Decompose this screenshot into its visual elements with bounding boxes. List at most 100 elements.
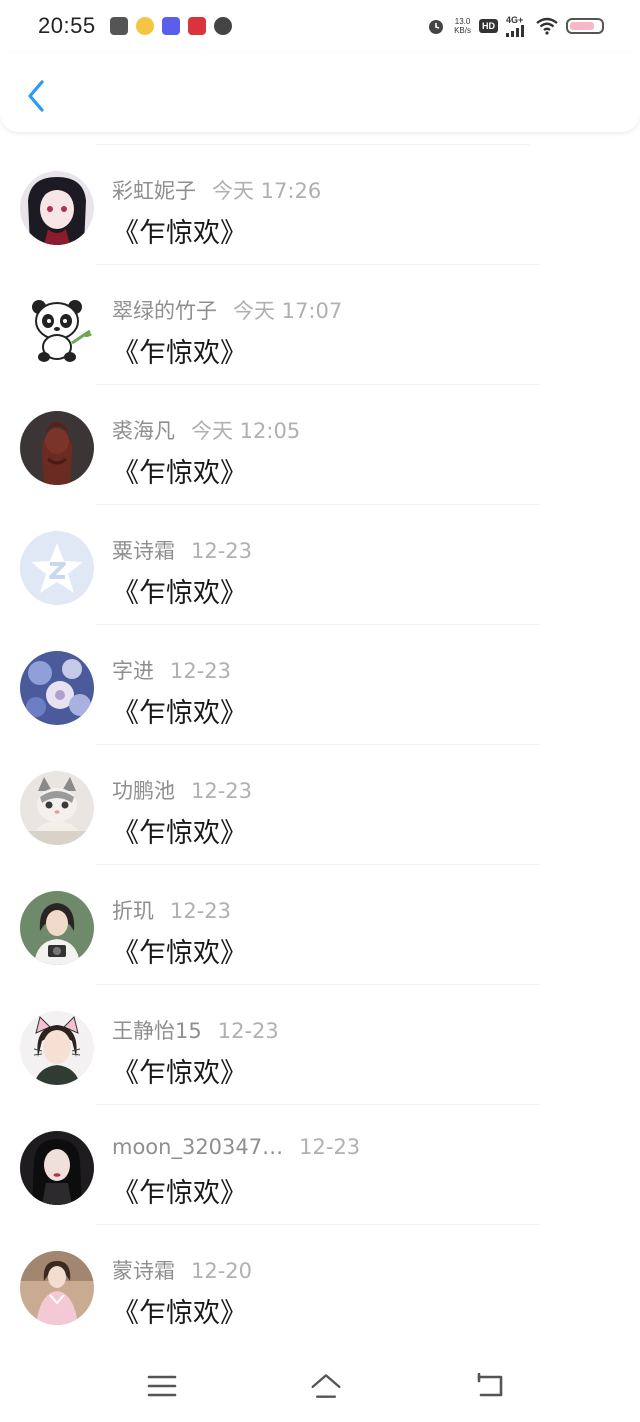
name-line: 翠绿的竹子 今天 17:07 xyxy=(112,295,342,325)
menu-button[interactable] xyxy=(146,1370,178,1402)
signal-group: 4G+ xyxy=(506,15,528,37)
list-item[interactable]: moon_320347… 12-23 《乍惊欢》 xyxy=(0,1105,640,1225)
menu-icon xyxy=(147,1375,177,1397)
app-icon-3 xyxy=(161,17,180,35)
sender-name: 蒙诗霜 xyxy=(112,1259,175,1283)
net-speed-value: 13.0 xyxy=(454,17,471,26)
list-item[interactable]: 粟诗霜 12-23 《乍惊欢》 xyxy=(0,505,640,625)
message-time: 12-23 xyxy=(170,899,232,923)
flower-avatar xyxy=(20,651,94,725)
sender-name: moon_320347… xyxy=(112,1135,284,1159)
sender-name: 粟诗霜 xyxy=(112,539,175,563)
net-speed: 13.0 KB/s xyxy=(454,17,471,35)
message-time: 12-23 xyxy=(191,779,253,803)
name-line: 粟诗霜 12-23 xyxy=(112,535,252,565)
girl-camera-avatar xyxy=(20,891,94,965)
net-speed-unit: KB/s xyxy=(454,26,471,35)
name-line: 裘海凡 今天 12:05 xyxy=(112,415,300,445)
avatar[interactable] xyxy=(20,771,94,845)
avatar[interactable] xyxy=(20,1011,94,1085)
avatar[interactable] xyxy=(20,171,94,245)
anime-girl-avatar xyxy=(20,171,94,245)
avatar[interactable] xyxy=(20,291,94,365)
list-item[interactable]: 功鹏池 12-23 《乍惊欢》 xyxy=(0,745,640,865)
app-icon-2 xyxy=(135,17,154,35)
avatar[interactable] xyxy=(20,531,94,605)
avatar[interactable] xyxy=(20,891,94,965)
back-nav-button[interactable] xyxy=(474,1370,506,1402)
message-text: 《乍惊欢》 xyxy=(112,218,247,249)
message-time: 今天 12:05 xyxy=(191,419,301,443)
name-line: 折玑 12-23 xyxy=(112,895,231,925)
message-time: 今天 17:26 xyxy=(212,179,322,203)
message-text: 《乍惊欢》 xyxy=(112,698,247,729)
signal-icon xyxy=(506,25,524,37)
sender-name: 彩虹妮子 xyxy=(112,179,196,203)
message-text: 《乍惊欢》 xyxy=(112,338,247,369)
sender-name: 王静怡15 xyxy=(112,1019,202,1043)
status-bar: 20:55 13.0 KB/s HD 4G+ xyxy=(0,0,640,52)
message-time: 12-20 xyxy=(191,1259,253,1283)
name-line: 功鹏池 12-23 xyxy=(112,775,252,805)
message-time: 12-23 xyxy=(191,539,253,563)
status-time: 20:55 xyxy=(38,13,96,38)
battery-level xyxy=(570,22,594,30)
message-list: 彩虹妮子 今天 17:26 《乍惊欢》 翠绿的竹子 今天 17:07 《乍惊欢》… xyxy=(0,144,640,1345)
kitten-avatar xyxy=(20,771,94,845)
message-time: 12-23 xyxy=(217,1019,279,1043)
pink-dress-girl-avatar xyxy=(20,1251,94,1325)
message-time: 12-23 xyxy=(299,1135,361,1159)
name-line: 蒙诗霜 12-20 xyxy=(112,1255,252,1285)
status-right: 13.0 KB/s HD 4G+ xyxy=(426,15,604,37)
home-icon xyxy=(311,1374,341,1398)
home-button[interactable] xyxy=(310,1370,342,1402)
list-item[interactable]: 字进 12-23 《乍惊欢》 xyxy=(0,625,640,745)
header xyxy=(0,52,640,132)
avatar[interactable] xyxy=(20,651,94,725)
list-item[interactable]: 裘海凡 今天 12:05 《乍惊欢》 xyxy=(0,385,640,505)
back-arrow-icon xyxy=(477,1373,503,1397)
sender-name: 翠绿的竹子 xyxy=(112,299,217,323)
avatar[interactable] xyxy=(20,411,94,485)
name-line: 王静怡15 12-23 xyxy=(112,1015,279,1045)
notification-icons xyxy=(109,17,232,35)
avatar[interactable] xyxy=(20,1131,94,1205)
network-type: 4G+ xyxy=(506,15,524,25)
cat-ears-girl-avatar xyxy=(20,1011,94,1085)
sender-name: 裘海凡 xyxy=(112,419,175,443)
message-time: 今天 17:07 xyxy=(233,299,343,323)
sender-name: 折玑 xyxy=(112,899,154,923)
list-item[interactable]: 折玑 12-23 《乍惊欢》 xyxy=(0,865,640,985)
sender-name: 功鹏池 xyxy=(112,779,175,803)
dark-hair-girl-avatar xyxy=(20,1131,94,1205)
message-time: 12-23 xyxy=(170,659,232,683)
list-item[interactable]: 翠绿的竹子 今天 17:07 《乍惊欢》 xyxy=(0,265,640,385)
app-icon-4 xyxy=(187,17,206,35)
battery-icon xyxy=(566,18,604,34)
list-item[interactable]: 蒙诗霜 12-20 《乍惊欢》 xyxy=(0,1225,640,1345)
back-button[interactable] xyxy=(20,76,52,116)
message-text: 《乍惊欢》 xyxy=(112,1178,247,1209)
avatar[interactable] xyxy=(20,1251,94,1325)
default-star-avatar xyxy=(20,531,94,605)
wifi-icon xyxy=(536,17,558,35)
message-text: 《乍惊欢》 xyxy=(112,578,247,609)
message-text: 《乍惊欢》 xyxy=(112,1298,247,1329)
app-icon-5 xyxy=(213,17,232,35)
app-icon-1 xyxy=(109,17,128,35)
name-line: moon_320347… 12-23 xyxy=(112,1135,360,1159)
name-line: 字进 12-23 xyxy=(112,655,231,685)
message-text: 《乍惊欢》 xyxy=(112,818,247,849)
list-item[interactable]: 王静怡15 12-23 《乍惊欢》 xyxy=(0,985,640,1105)
system-nav-bar xyxy=(0,1350,640,1422)
list-item[interactable]: 彩虹妮子 今天 17:26 《乍惊欢》 xyxy=(0,145,640,265)
alarm-icon xyxy=(429,20,444,34)
hd-badge: HD xyxy=(479,19,498,33)
message-text: 《乍惊欢》 xyxy=(112,1058,247,1089)
message-text: 《乍惊欢》 xyxy=(112,458,247,489)
message-text: 《乍惊欢》 xyxy=(112,938,247,969)
name-line: 彩虹妮子 今天 17:26 xyxy=(112,175,321,205)
chevron-left-icon xyxy=(28,80,44,112)
statue-avatar xyxy=(20,411,94,485)
sender-name: 字进 xyxy=(112,659,154,683)
